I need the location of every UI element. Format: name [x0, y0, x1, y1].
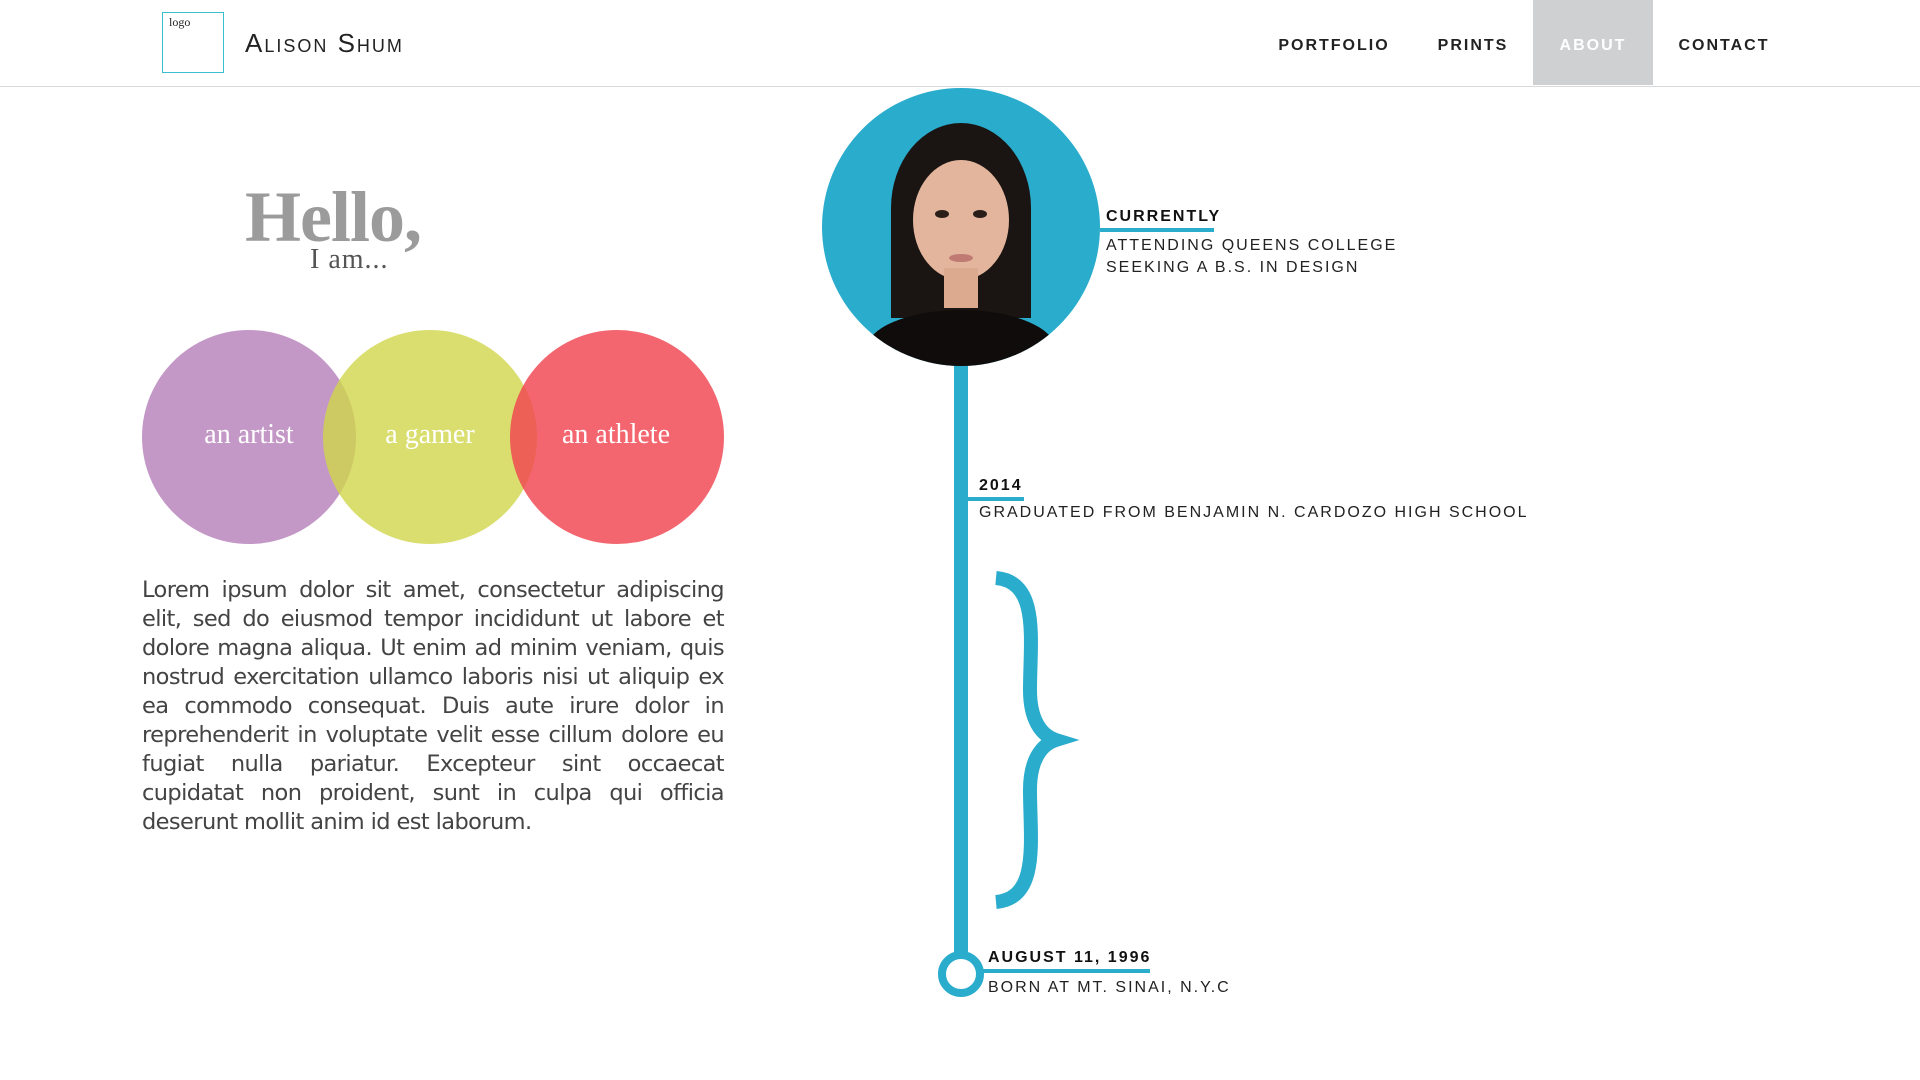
timeline-current-line1: ATTENDING QUEENS COLLEGE [1106, 237, 1398, 254]
timeline-brace-icon [994, 571, 1080, 909]
timeline-current-title: CURRENTLY [1106, 208, 1222, 225]
timeline-end-node [938, 951, 984, 997]
timeline-birth-title: AUGUST 11, 1996 [988, 949, 1152, 966]
timeline-current-underline [1100, 228, 1214, 232]
timeline-current-line2: SEEKING A B.S. IN DESIGN [1106, 259, 1360, 276]
timeline-birth-text: BORN AT MT. SINAI, N.Y.C [988, 979, 1231, 996]
timeline-2014-title: 2014 [979, 477, 1023, 494]
timeline-2014-underline [968, 497, 1024, 501]
profile-photo [822, 88, 1100, 366]
timeline-2014-text: GRADUATED FROM BENJAMIN N. CARDOZO HIGH … [979, 504, 1529, 521]
timeline-birth-underline [978, 969, 1150, 973]
portrait-illustration [866, 123, 1056, 366]
